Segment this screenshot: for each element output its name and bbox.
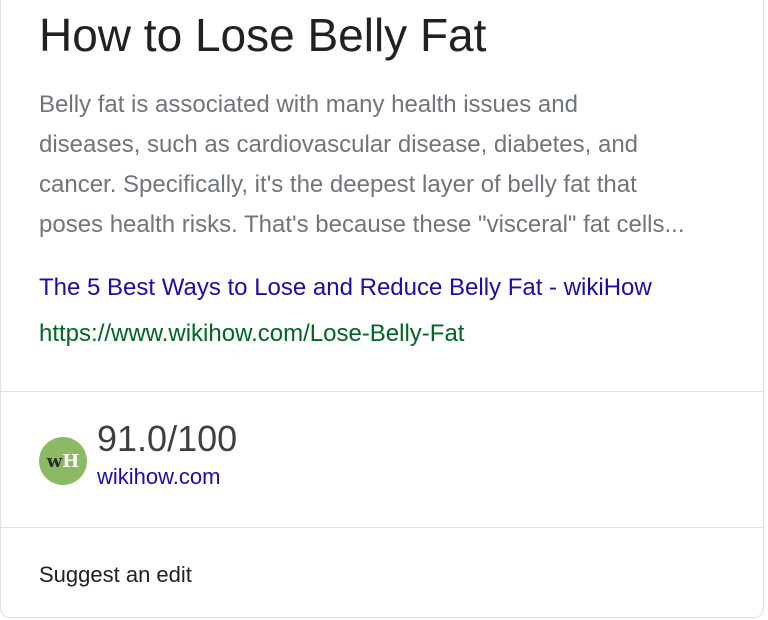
snippet-title: How to Lose Belly Fat xyxy=(39,9,487,61)
divider xyxy=(1,527,763,528)
result-title-link[interactable]: The 5 Best Ways to Lose and Reduce Belly… xyxy=(39,273,652,303)
snippet-line: cancer. Specifically, it's the deepest l… xyxy=(39,171,637,198)
logo-letter-h: H xyxy=(62,450,80,472)
logo-letter-w: w xyxy=(46,450,63,472)
source-site-link[interactable]: wikihow.com xyxy=(97,463,220,491)
snippet-line: diseases, such as cardiovascular disease… xyxy=(39,131,639,158)
snippet-text: Belly fat is associated with many health… xyxy=(39,85,739,245)
wikihow-logo-icon[interactable]: wH xyxy=(39,437,87,485)
suggest-edit-link[interactable]: Suggest an edit xyxy=(39,561,192,589)
snippet-line: poses health risks. That's because these… xyxy=(39,211,685,238)
featured-snippet-card: How to Lose Belly Fat Belly fat is assoc… xyxy=(0,0,764,618)
snippet-line: Belly fat is associated with many health… xyxy=(39,91,578,118)
divider xyxy=(1,391,763,392)
result-url-link[interactable]: https://www.wikihow.com/Lose-Belly-Fat xyxy=(39,319,464,349)
rating-score: 91.0/100 xyxy=(97,418,238,459)
